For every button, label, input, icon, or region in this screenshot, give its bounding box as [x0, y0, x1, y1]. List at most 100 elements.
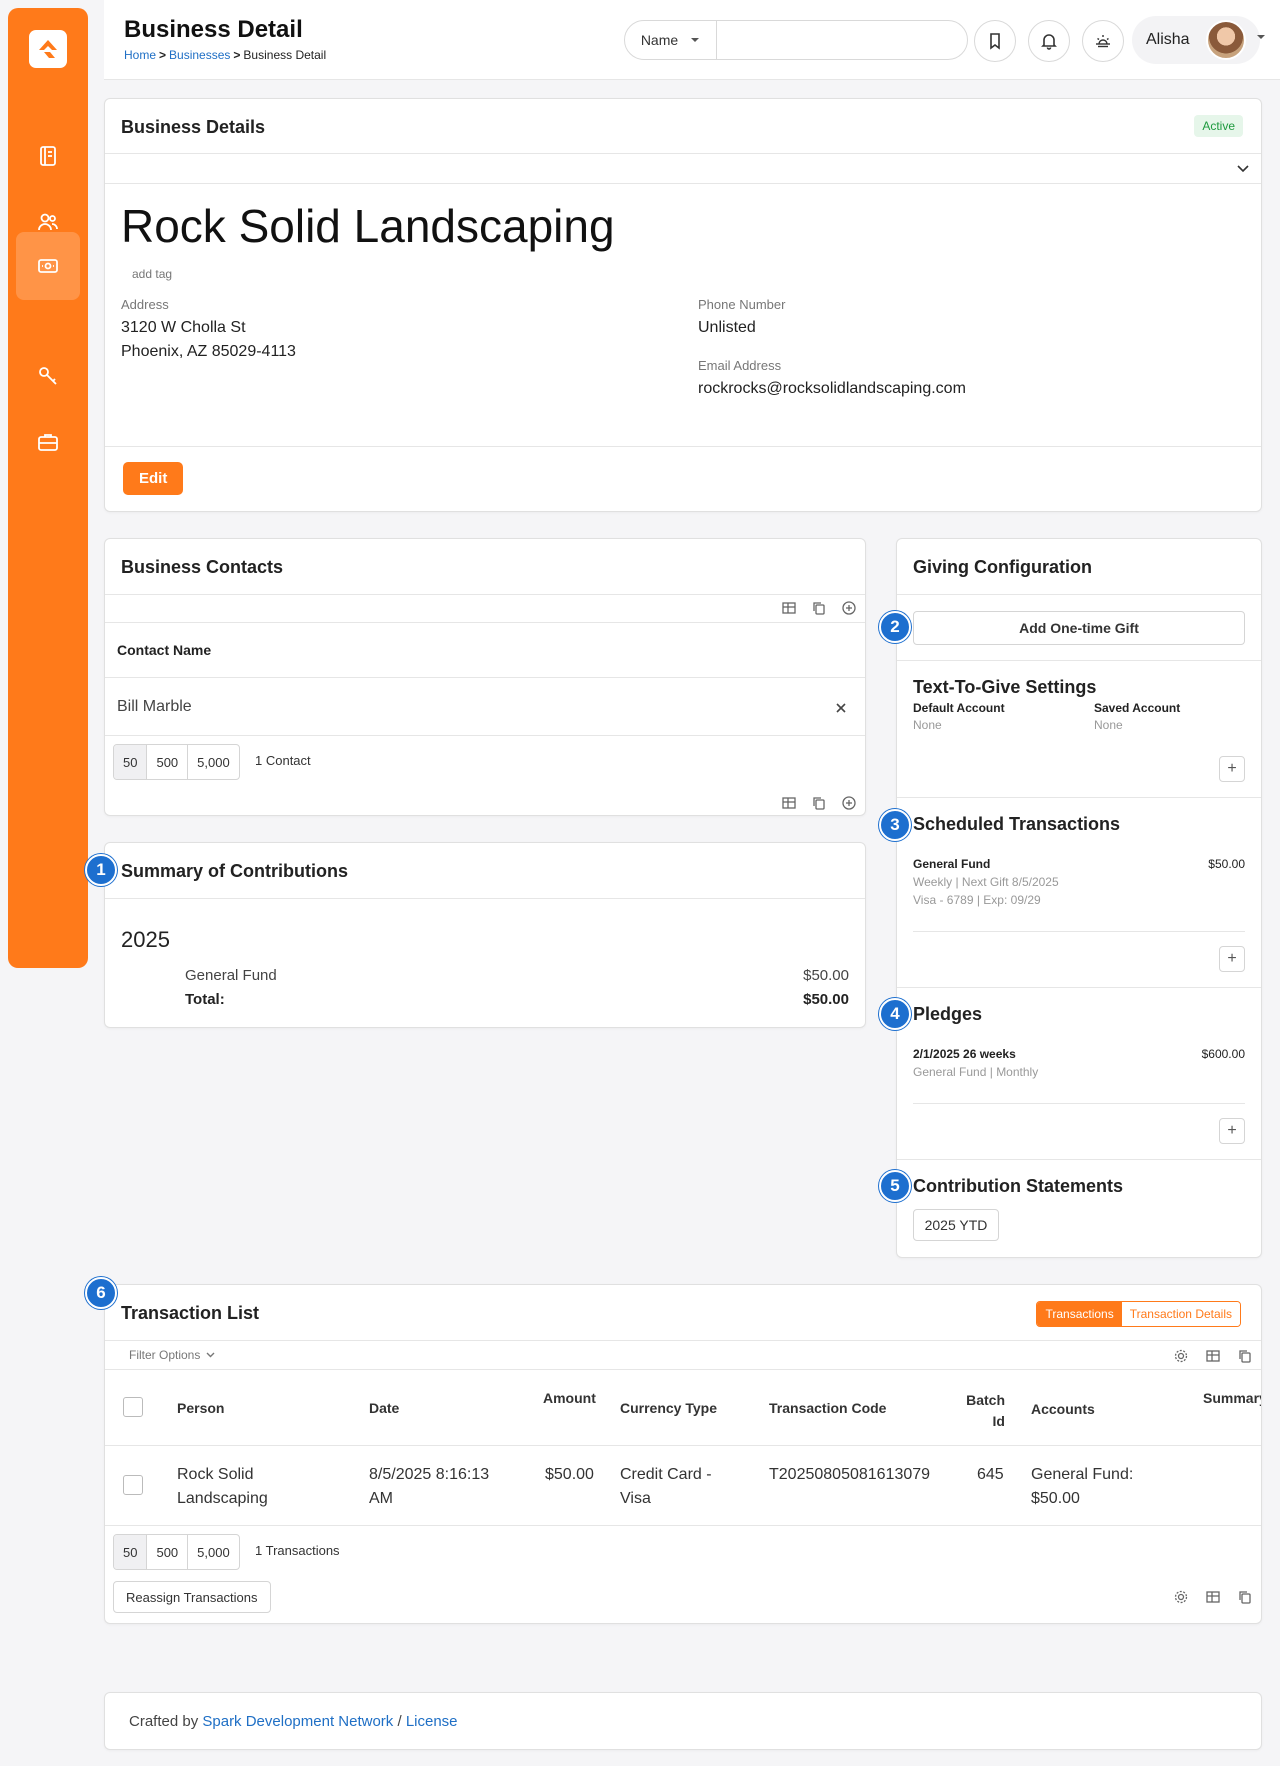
reassign-transactions-button[interactable]: Reassign Transactions [113, 1581, 271, 1613]
transaction-list-card: Transaction List Transactions Transactio… [104, 1284, 1262, 1624]
address-line2: Phoenix, AZ 85029-4113 [121, 343, 296, 360]
transactions-toolbar-top [1173, 1348, 1253, 1364]
scheduled-add-button[interactable]: + [1219, 946, 1245, 972]
page-title: Business Detail [124, 16, 303, 43]
tab-transaction-details[interactable]: Transaction Details [1121, 1302, 1240, 1326]
summary-year: 2025 [121, 927, 170, 952]
sidebar [8, 8, 88, 968]
marker-4: 4 [879, 998, 911, 1030]
rock-logo-icon[interactable] [29, 30, 67, 68]
top-header: Business Detail Home > Businesses > Business… [104, 0, 1280, 80]
contact-row-name[interactable]: Bill Marble [117, 698, 192, 716]
user-menu[interactable]: Alisha [1132, 16, 1260, 64]
contact-info-block: Phone Number Unlisted Email Address rock… [698, 297, 966, 401]
add-circle-icon[interactable] [841, 795, 857, 811]
copy-icon[interactable] [1237, 1348, 1253, 1364]
col-date[interactable]: Date [369, 1400, 399, 1416]
collapse-chevron-icon[interactable] [1237, 165, 1249, 173]
email-link[interactable]: rockrocks@rocksolidlandscaping.com [698, 377, 966, 401]
copy-icon[interactable] [811, 795, 827, 811]
ttg-add-button[interactable]: + [1219, 756, 1245, 782]
pager-500[interactable]: 500 [147, 745, 189, 779]
user-menu-caret-icon[interactable] [1256, 34, 1266, 40]
tab-transactions[interactable]: Transactions [1037, 1302, 1122, 1326]
avatar [1206, 20, 1246, 60]
remove-contact-icon[interactable] [835, 702, 847, 714]
pledge-add-button[interactable]: + [1219, 1118, 1245, 1144]
contact-name-header: Contact Name [117, 642, 212, 658]
contacts-pager: 50 500 5,000 [113, 744, 240, 780]
footer-separator: / [397, 1713, 402, 1730]
transaction-list-title: Transaction List [121, 1303, 260, 1323]
pager-50[interactable]: 50 [114, 745, 148, 779]
marker-6: 6 [85, 1277, 117, 1309]
pledge-desc[interactable]: 2/1/2025 26 weeks [913, 1047, 1016, 1061]
bookmark-button[interactable] [974, 20, 1016, 62]
add-circle-icon[interactable] [841, 600, 857, 616]
row-checkbox[interactable] [123, 1475, 143, 1495]
phone-label: Phone Number [698, 297, 786, 312]
add-gift-button[interactable]: Add One-time Gift [913, 611, 1245, 645]
search-scope-select[interactable]: Name [625, 21, 717, 59]
row-batch-link[interactable]: 645 [977, 1463, 1004, 1487]
saved-account-label: Saved Account [1094, 701, 1181, 715]
select-all-checkbox[interactable] [123, 1397, 143, 1417]
breadcrumb-home[interactable]: Home [124, 48, 156, 62]
breadcrumb-businesses[interactable]: Businesses [169, 48, 230, 62]
filter-options[interactable]: Filter Options [129, 1348, 215, 1362]
grid-icon[interactable] [1205, 1589, 1221, 1605]
copy-icon[interactable] [1237, 1589, 1253, 1605]
grid-icon[interactable] [1205, 1348, 1221, 1364]
status-badge: Active [1194, 115, 1243, 137]
footer-license-link[interactable]: License [406, 1713, 458, 1730]
nav-tools-icon[interactable] [16, 342, 80, 410]
scheduled-fund[interactable]: General Fund [913, 857, 990, 871]
footer-spark-link[interactable]: Spark Development Network [202, 1713, 393, 1730]
transactions-count: 1 Transactions [255, 1543, 340, 1558]
col-person[interactable]: Person [177, 1400, 224, 1416]
business-contacts-title: Business Contacts [121, 557, 284, 577]
address-block: Address 3120 W Cholla St Phoenix, AZ 850… [121, 297, 296, 364]
footer-prefix: Crafted by [129, 1713, 199, 1730]
marker-5: 5 [879, 1170, 911, 1202]
marker-1: 1 [85, 854, 117, 886]
giving-config-card: Giving Configuration Add One-time Gift T… [896, 538, 1262, 1258]
theme-toggle-button[interactable] [1082, 20, 1124, 62]
col-batch-id[interactable]: Batch Id [963, 1390, 1005, 1432]
filter-options-label: Filter Options [129, 1348, 201, 1362]
nav-briefcase-icon[interactable] [16, 408, 80, 476]
row-person[interactable]: Rock Solid Landscaping [177, 1463, 268, 1511]
statement-2025-button[interactable]: 2025 YTD [913, 1209, 999, 1241]
col-amount[interactable]: Amount [543, 1390, 596, 1406]
contacts-toolbar-bottom [781, 795, 857, 811]
default-account-label: Default Account [913, 701, 1005, 715]
col-summary[interactable]: Summary [1203, 1390, 1261, 1406]
grid-icon[interactable] [781, 600, 797, 616]
add-tag-link[interactable]: add tag [132, 267, 172, 281]
notifications-button[interactable] [1028, 20, 1070, 62]
pager-500[interactable]: 500 [147, 1535, 189, 1569]
grid-icon[interactable] [781, 795, 797, 811]
summary-fund-amount: $50.00 [803, 967, 849, 984]
nav-finance-icon[interactable] [16, 232, 80, 300]
pager-50[interactable]: 50 [114, 1535, 148, 1569]
footer-text: Crafted by Spark Development Network / L… [129, 1713, 458, 1730]
summary-total-label: Total: [185, 991, 225, 1008]
search-input[interactable] [717, 21, 967, 59]
pledges-title: Pledges [913, 1004, 983, 1024]
settings-gear-icon[interactable] [1173, 1348, 1189, 1364]
col-transaction-code[interactable]: Transaction Code [769, 1400, 886, 1416]
summary-total-amount: $50.00 [803, 991, 849, 1008]
pager-5000[interactable]: 5,000 [188, 1535, 239, 1569]
copy-icon[interactable] [811, 600, 827, 616]
edit-button[interactable]: Edit [123, 462, 184, 495]
address-line1: 3120 W Cholla St [121, 319, 246, 336]
breadcrumb-current: Business Detail [243, 48, 327, 62]
pledge-amount: $600.00 [1201, 1047, 1245, 1061]
settings-gear-icon[interactable] [1173, 1589, 1189, 1605]
col-accounts[interactable]: Accounts [1031, 1401, 1095, 1417]
col-currency[interactable]: Currency Type [620, 1400, 717, 1416]
scheduled-details: Weekly | Next Gift 8/5/2025 [913, 875, 1059, 889]
pager-5000[interactable]: 5,000 [188, 745, 239, 779]
nav-notebook-icon[interactable] [16, 122, 80, 190]
